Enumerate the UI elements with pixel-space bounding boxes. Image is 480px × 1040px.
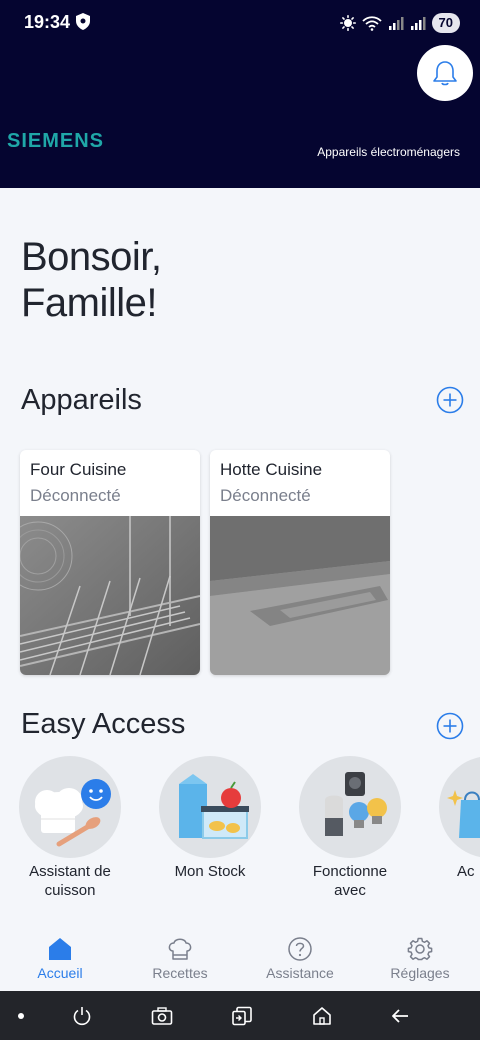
add-appliance-button[interactable] xyxy=(436,386,464,414)
shield-icon xyxy=(76,13,90,30)
siemens-logo: SIEMENS xyxy=(7,130,105,152)
hood-image xyxy=(210,516,390,675)
appliance-name: Four Cuisine xyxy=(30,460,127,479)
appliances-title: Appareils xyxy=(21,384,142,416)
add-easy-access-button[interactable] xyxy=(436,712,464,740)
chef-hat-icon xyxy=(168,938,192,960)
appliance-status: Déconnecté xyxy=(30,486,121,505)
appliance-name: Hotte Cuisine xyxy=(220,460,323,479)
appliance-status: Déconnecté xyxy=(220,486,311,505)
brightness-icon xyxy=(339,15,356,31)
cooking-assistant-icon xyxy=(19,756,121,858)
nav-label: Recettes xyxy=(152,965,208,981)
battery-level: 70 xyxy=(431,13,460,33)
signal-icon-2 xyxy=(410,17,426,30)
back-icon[interactable] xyxy=(390,1006,410,1026)
easy-access-item-4-icon xyxy=(439,756,480,858)
camera-icon[interactable] xyxy=(151,1006,173,1026)
status-time: 19:34 xyxy=(24,12,71,32)
nav-settings[interactable]: Réglages xyxy=(365,937,475,981)
easy-access-cooking-assistant[interactable]: Assistant de cuisson xyxy=(15,756,125,900)
status-icons: 70 xyxy=(339,12,460,34)
nav-assistance[interactable]: Assistance xyxy=(245,937,355,981)
header-subtitle: Appareils électroménagers xyxy=(317,145,460,159)
stock-icon xyxy=(159,756,261,858)
oven-image xyxy=(20,516,200,675)
easy-access-label: Mon Stock xyxy=(174,863,246,880)
notifications-button[interactable] xyxy=(417,45,473,101)
appliance-card-hood[interactable]: Hotte Cuisine Déconnecté xyxy=(210,450,390,675)
easy-access-label: Fonctionne avec xyxy=(312,863,388,899)
greeting-line-2: Famille! xyxy=(21,281,158,325)
easy-access-stock[interactable]: Mon Stock xyxy=(155,756,265,881)
nav-label: Assistance xyxy=(266,965,334,981)
nav-home[interactable]: Accueil xyxy=(5,937,115,981)
system-navigation-bar xyxy=(0,991,480,1040)
works-with-icon xyxy=(299,756,401,858)
greeting-line-1: Bonsoir, xyxy=(21,235,162,279)
easy-access-title: Easy Access xyxy=(21,708,186,740)
wifi-icon xyxy=(361,16,382,31)
easy-access-item-4[interactable]: Ac xyxy=(435,756,480,881)
home-icon xyxy=(49,938,71,960)
nav-recipes[interactable]: Recettes xyxy=(125,937,235,981)
bell-icon xyxy=(433,61,457,86)
home-button-icon[interactable] xyxy=(312,1006,332,1026)
bottom-navigation: Accueil Recettes Assistance Réglages xyxy=(0,925,480,991)
screen-switch-icon[interactable] xyxy=(231,1006,253,1026)
nav-label: Réglages xyxy=(390,965,450,981)
easy-access-works-with[interactable]: Fonctionne avec xyxy=(295,756,405,900)
nav-label: Accueil xyxy=(37,965,83,981)
dot-icon[interactable] xyxy=(17,1012,25,1020)
gear-icon xyxy=(407,937,433,961)
power-icon[interactable] xyxy=(72,1006,92,1026)
easy-access-label: Ac xyxy=(457,863,475,880)
appliance-card-oven[interactable]: Four Cuisine Déconnecté xyxy=(20,450,200,675)
app-header: 19:34 70 SIEMENS Appareils électroménage… xyxy=(0,0,480,188)
signal-icon xyxy=(388,17,404,30)
greeting: Bonsoir, Famille! xyxy=(21,234,162,326)
easy-access-label: Assistant de cuisson xyxy=(29,863,111,899)
help-icon xyxy=(288,937,312,961)
